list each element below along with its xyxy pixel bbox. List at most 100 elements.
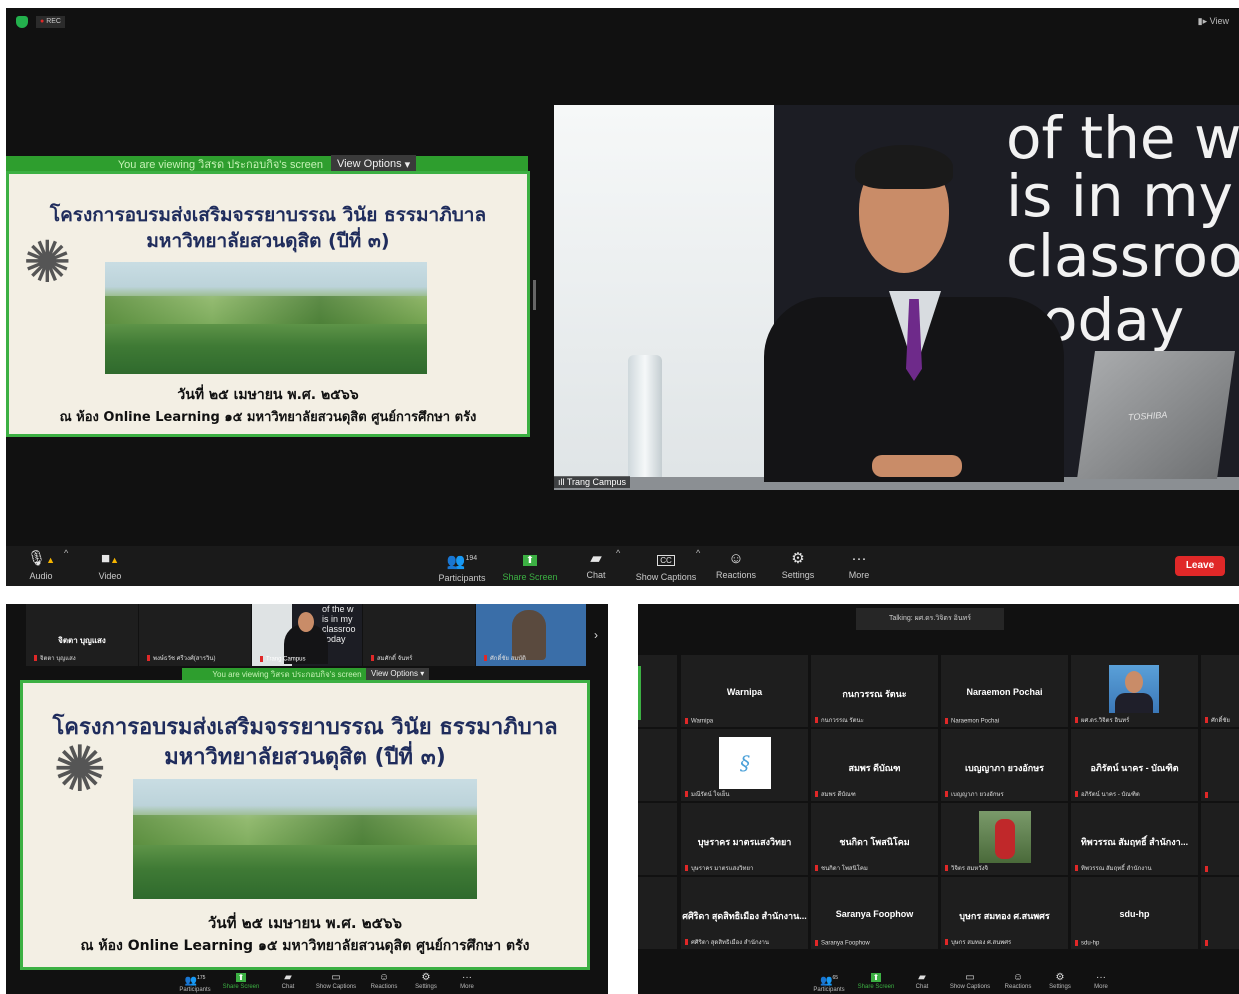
participant-tile[interactable]	[638, 654, 678, 728]
participant-tile[interactable]: ส	[1200, 802, 1239, 876]
wall-text-4: oday	[1042, 286, 1185, 354]
participant-label: ทิพวรรณ สัมฤทธิ์ สำนักงาน	[1075, 863, 1152, 873]
mini-wall-text-1: of the w	[322, 604, 354, 614]
share-screen-label: Share Screen	[857, 984, 895, 990]
wall-text-1: of the w	[1006, 105, 1239, 172]
participants-button[interactable]: 👥175 Participants	[172, 972, 218, 993]
more-button[interactable]: ··· More	[452, 972, 482, 990]
participant-tile[interactable]: อภิรัตน์ นาคร - บัณฑิต อภิรัตน์ นาคร - บั…	[1070, 728, 1199, 802]
reactions-button[interactable]: ☺ Reactions	[712, 550, 760, 580]
chat-label: Chat	[915, 984, 929, 990]
security-shield-icon[interactable]	[16, 16, 28, 28]
participant-tile[interactable]: อจาก...	[638, 876, 678, 950]
sunburst-icon: ✺	[23, 230, 72, 295]
rec-label: REC	[46, 18, 61, 25]
participant-tile[interactable]: วิจิตร สมหวังจิ	[940, 802, 1069, 876]
speaker-hair	[855, 145, 953, 189]
participant-name: ทิพวรรณ สัมฤทธิ์ สำนักงา...	[1080, 837, 1189, 847]
participant-tile[interactable]: ลงศ์	[638, 728, 678, 802]
window-light	[554, 105, 774, 490]
strip-tile-photo[interactable]: ศักดิ์ชัย สมบัติ	[476, 604, 586, 666]
participant-tile[interactable]: เบญญาภา ยวงอักษร เบญญาภา ยวงอักษร	[940, 728, 1069, 802]
strip-tile[interactable]: สมศักดิ์ จันทร์	[363, 604, 475, 666]
participant-name: สำนัก...	[638, 835, 677, 849]
strip-next-chevron-icon[interactable]: ›	[594, 628, 598, 642]
participant-photo-face	[1125, 671, 1143, 693]
captions-options-chevron-icon[interactable]: ^	[696, 548, 700, 558]
participant-label: สมพร ดีบัณฑ	[815, 789, 856, 799]
slide-title-line2: มหาวิทยาลัยสวนดุสิต (ปีที่ ๓)	[146, 230, 390, 252]
reactions-button[interactable]: ☺ Reactions	[364, 972, 404, 990]
participant-tile[interactable]: สำนัก...	[638, 802, 678, 876]
participant-label: Saranya Foophow	[815, 940, 870, 947]
participants-button[interactable]: 👥194 Participants	[436, 550, 488, 583]
participant-tile[interactable]: บุษกร สมทอง ศ.สนพศร บุษกร สมทอง ศ.สนพศร	[940, 876, 1069, 950]
share-screen-button[interactable]: ⬆ Share Screen	[502, 550, 558, 582]
viewing-screen-bar: You are viewing วิสรด ประกอบกิจ's screen	[182, 668, 392, 680]
settings-button[interactable]: ⚙ Settings	[776, 550, 820, 580]
leave-button[interactable]: Leave	[1175, 556, 1225, 576]
more-button[interactable]: ··· More	[844, 550, 874, 580]
audio-button[interactable]: 🎙▲ Audio	[26, 550, 56, 581]
view-options-button[interactable]: View Options ▾	[366, 668, 430, 680]
split-divider[interactable]	[533, 280, 536, 310]
view-options-label: View Options	[336, 158, 402, 170]
share-screen-button[interactable]: ⬆ Share Screen	[854, 972, 898, 990]
more-button[interactable]: ··· More	[1086, 972, 1116, 990]
participant-tile[interactable]: จันท	[1200, 876, 1239, 950]
participant-tile[interactable]: ทิพวรรณ สัมฤทธิ์ สำนักงา... ทิพวรรณ สัมฤท…	[1070, 802, 1199, 876]
strip-tile[interactable]: พงษ์ธวัช ศรีวงศ์(สารวิน)	[139, 604, 251, 666]
meeting-toolbar	[6, 546, 1239, 586]
participant-tile[interactable]: § มณีรัตน์ ใจเย็น	[680, 728, 809, 802]
microphone-warning-icon: 🎙▲	[27, 550, 55, 567]
participant-label	[1205, 866, 1211, 873]
participant-label: Warnipa	[685, 718, 713, 725]
participant-photo	[1109, 665, 1159, 713]
participant-tile[interactable]: ชนกิดา โพสนิโคม ชนกิดา โพสนิโคม	[810, 802, 939, 876]
show-captions-button[interactable]: ▭ Show Captions	[944, 972, 996, 990]
participant-tile[interactable]: ศศิริดา สุดสิทธิเมือง สำนักงาน... ศศิริดา…	[680, 876, 809, 950]
participant-name: ส	[1201, 835, 1239, 849]
active-speaker-edge	[638, 666, 641, 720]
reactions-icon: ☺	[1012, 972, 1024, 983]
participants-button[interactable]: 👥65 Participants	[806, 972, 852, 993]
video-button[interactable]: ■▲ Video	[92, 550, 128, 581]
participant-tile[interactable]: ผศ.ดร.วิจิตร อินทร์	[1070, 654, 1199, 728]
talking-text: Talking: ผศ.ดร.วิจิตร อินทร์	[888, 615, 972, 622]
more-dots-icon: ···	[1096, 972, 1106, 983]
show-captions-button[interactable]: CC Show Captions	[634, 550, 698, 582]
participants-label: Participants	[438, 573, 486, 583]
gear-icon: ⚙	[791, 550, 805, 567]
participant-tile[interactable]: Warnipa Warnipa	[680, 654, 809, 728]
chat-button[interactable]: ▰ Chat	[910, 972, 934, 990]
view-button[interactable]: ▮▸ View	[1198, 16, 1229, 27]
strip-tile-speaker[interactable]: of the w is in my classroo oday Trang Ca…	[252, 604, 362, 666]
participant-tile[interactable]: สมพร ดีบัณฑ สมพร ดีบัณฑ	[810, 728, 939, 802]
participant-label: ชนกิดา โพสนิโคม	[815, 863, 868, 873]
participant-tile[interactable]: Saranya Foophow Saranya Foophow	[810, 876, 939, 950]
chat-button[interactable]: ▰ Chat	[582, 550, 610, 580]
participant-tile[interactable]: Naraemon Pochai Naraemon Pochai	[940, 654, 1069, 728]
signal-icon: ıll	[558, 477, 565, 487]
participant-tile[interactable]: กนกวรรณ รัตนะ กนกวรรณ รัตนะ	[810, 654, 939, 728]
reactions-button[interactable]: ☺ Reactions	[998, 972, 1038, 990]
chat-options-chevron-icon[interactable]: ^	[616, 548, 620, 558]
settings-button[interactable]: ⚙ Settings	[1042, 972, 1078, 990]
participant-tile[interactable]: บุษราคร มาตรแสงวิทยา บุษราคร มาตรแสงวิทยา	[680, 802, 809, 876]
participant-tile[interactable]	[1200, 728, 1239, 802]
participant-name: บุษราคร มาตรแสงวิทยา	[697, 837, 792, 847]
gear-icon: ⚙	[421, 972, 431, 983]
participant-tile[interactable]: sdu-hp sdu-hp	[1070, 876, 1199, 950]
participant-label: เบญญาภา ยวงอักษร	[945, 789, 1004, 799]
slide-date: วันที่ ๒๕ เมษายน พ.ศ. ๒๕๖๖	[207, 914, 403, 932]
settings-button[interactable]: ⚙ Settings	[408, 972, 444, 990]
share-screen-button[interactable]: ⬆ Share Screen	[220, 972, 262, 990]
audio-options-chevron-icon[interactable]: ^	[64, 548, 68, 558]
sdu-logo-icon: §	[719, 737, 771, 789]
strip-tile[interactable]: จิตตา บุญแสง จิตตา บุญแสง	[26, 604, 138, 666]
talking-indicator: Talking: ผศ.ดร.วิจิตร อินทร์	[856, 608, 1004, 630]
participant-tile[interactable]: ศักดิ์ชัยศักดิ์ชัย	[1200, 654, 1239, 728]
participant-label: ศศิริดา สุดสิทธิเมือง สำนักงาน	[685, 937, 769, 947]
show-captions-button[interactable]: ▭ Show Captions	[310, 972, 362, 990]
chat-button[interactable]: ▰ Chat	[276, 972, 300, 990]
